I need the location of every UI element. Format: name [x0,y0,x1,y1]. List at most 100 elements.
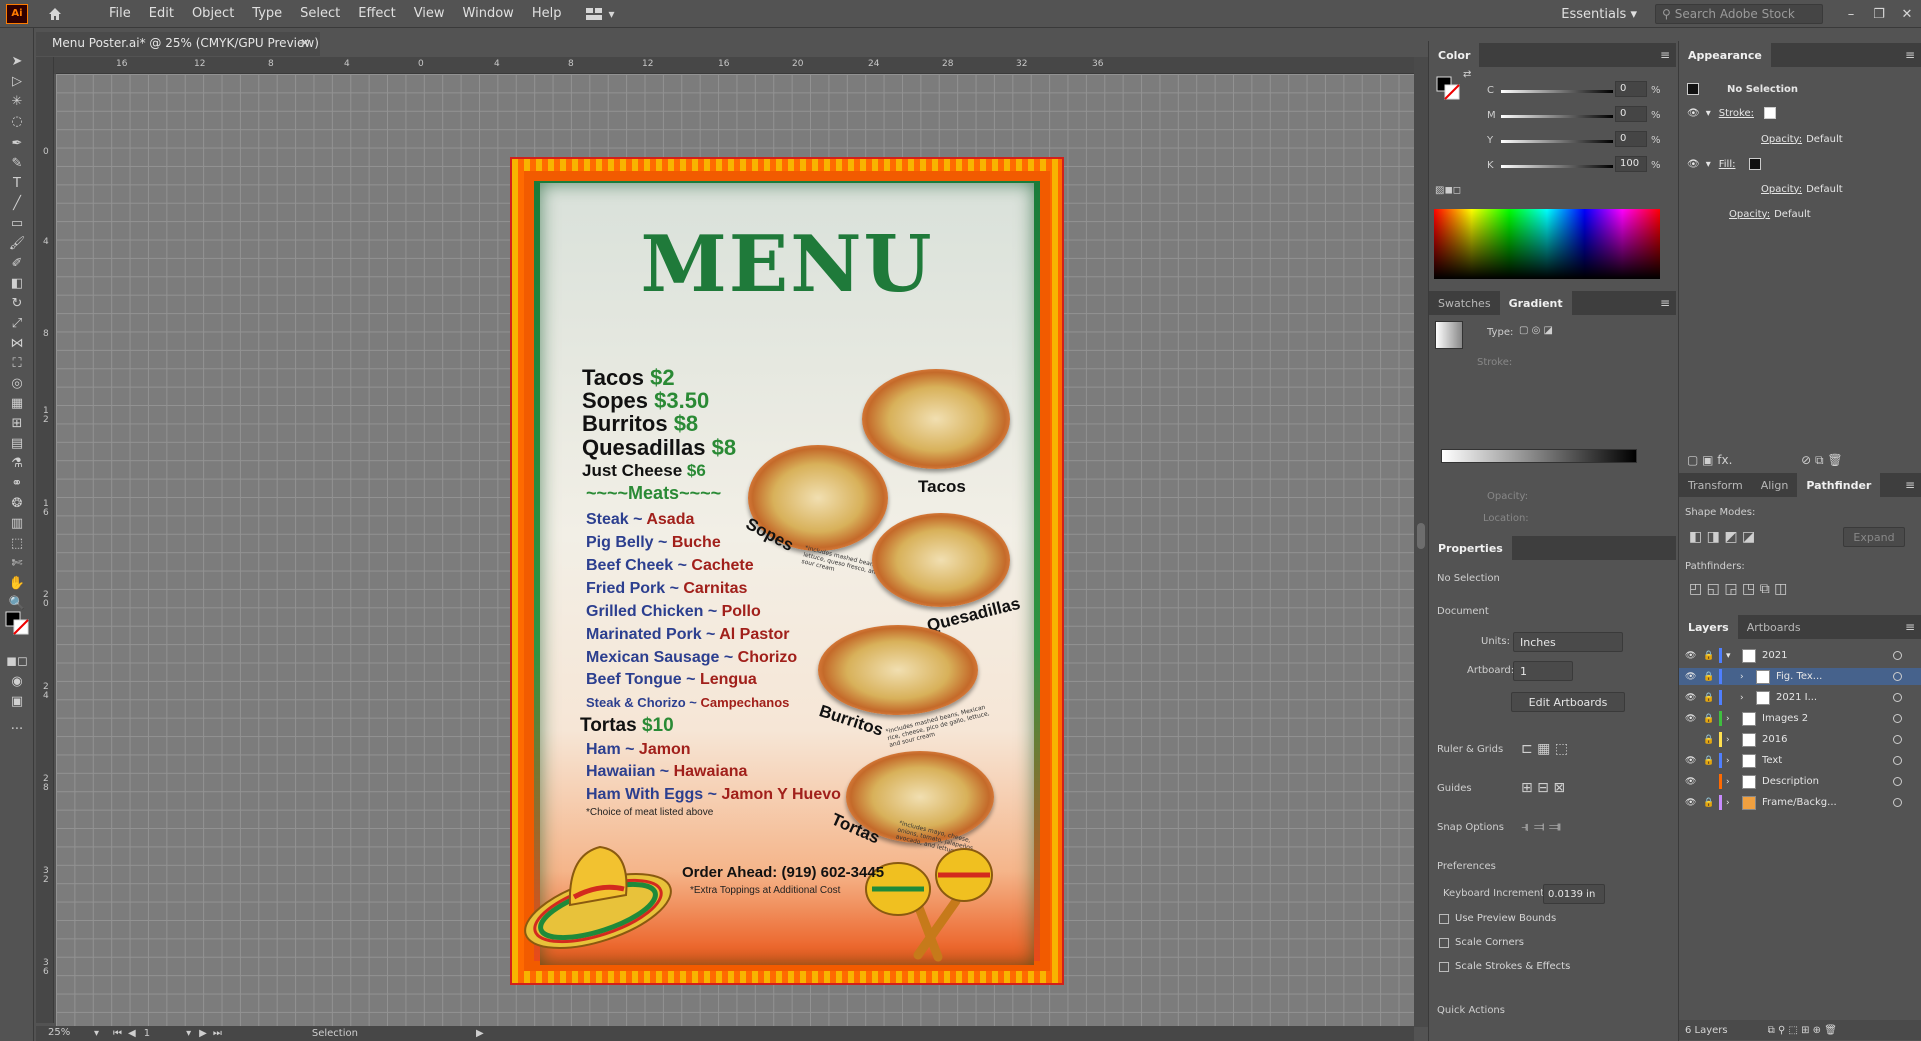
layers-footer-icons[interactable]: ⧉ ⚲ ⬚ ⊞ ⊕ 🗑 [1768,1025,1837,1036]
layer-target-icon[interactable] [1893,693,1902,702]
arrange-documents-button[interactable]: ▾ [586,7,614,21]
gradient-tool-icon[interactable]: ▤ [8,434,26,452]
slider-y[interactable] [1501,140,1613,143]
eye-icon[interactable]: 👁 [1685,714,1699,724]
layer-name[interactable]: 2016 [1762,734,1862,745]
close-window-button[interactable]: ✕ [1893,7,1921,22]
eyedropper-tool-icon[interactable]: ⚗ [8,454,26,472]
menu-effect[interactable]: Effect [349,6,404,21]
lasso-tool-icon[interactable]: ◌ [8,112,26,130]
layer-name[interactable]: 2021 [1762,650,1862,661]
curvature-tool-icon[interactable]: ✎ [8,154,26,172]
shape-builder-tool-icon[interactable]: ◎ [8,374,26,392]
chevron-right-icon[interactable]: › [1740,672,1752,682]
symbol-sprayer-tool-icon[interactable]: ❂ [8,494,26,512]
eye-icon[interactable]: 👁 [1685,693,1699,703]
tab-artboards[interactable]: Artboards [1738,615,1810,639]
slider-c[interactable] [1501,90,1613,93]
checkbox-box[interactable] [1439,937,1449,948]
rotate-tool-icon[interactable]: ↻ [8,294,26,312]
status-mode[interactable]: Selection [312,1028,358,1039]
menu-window[interactable]: Window [454,6,523,21]
free-transform-tool-icon[interactable]: ⛶ [8,354,26,372]
lock-icon[interactable]: 🔒 [1703,672,1717,682]
tab-gradient[interactable]: Gradient [1499,291,1572,315]
artboard-nav-last-icon[interactable]: ⏭ [213,1028,222,1039]
layer-target-icon[interactable] [1893,756,1902,765]
layer-row[interactable]: 👁 🔒 › Images 2 [1679,710,1921,727]
chevron-down-icon[interactable]: ▾ [94,1028,99,1039]
horizontal-ruler[interactable]: 16 12 8 4 0 4 8 12 16 20 24 28 32 36 [56,57,1416,74]
menu-edit[interactable]: Edit [140,6,183,21]
menu-view[interactable]: View [405,6,454,21]
draw-mode-icon[interactable]: ◉ [8,672,26,690]
layer-target-icon[interactable] [1893,651,1902,660]
layer-name[interactable]: Frame/Backg... [1762,797,1862,808]
panel-menu-icon[interactable]: ≡ [1905,620,1915,634]
lock-icon[interactable]: 🔒 [1703,735,1717,745]
swap-fill-stroke-icon[interactable]: ⇄ [1463,69,1471,80]
chevron-down-icon[interactable]: ▾ [186,1028,191,1039]
stroke-label[interactable]: Stroke: [1719,108,1754,119]
tab-pathfinder[interactable]: Pathfinder [1797,473,1881,497]
appearance-fill-row[interactable]: 👁 ▾ Fill: [1679,154,1921,174]
fill-swatch[interactable] [1749,158,1762,170]
slider-k[interactable] [1501,165,1613,168]
opacity-label[interactable]: Opacity: [1761,184,1802,195]
ruler-grid-icons[interactable]: ⊏ ▦ ⬚ [1521,741,1568,757]
rectangle-tool-icon[interactable]: ▭ [8,214,26,232]
artboard-nav-first-icon[interactable]: ⏮ [113,1028,122,1039]
layer-name[interactable]: Fig. Tex... [1776,671,1876,682]
value-k[interactable]: 100 [1615,156,1647,172]
stroke-swatch[interactable] [1763,107,1776,119]
chevron-right-icon[interactable]: › [1726,777,1738,787]
value-y[interactable]: 0 [1615,131,1647,147]
tab-transform[interactable]: Transform [1679,473,1752,497]
none-white-black-swatches-icon[interactable]: ▨◼◻ [1435,185,1461,196]
scale-corners-checkbox[interactable]: Scale Corners [1439,937,1524,948]
line-tool-icon[interactable]: ╱ [8,194,26,212]
panel-menu-icon[interactable]: ≡ [1660,48,1670,62]
gradient-slider[interactable] [1441,449,1637,463]
tab-appearance[interactable]: Appearance [1679,43,1771,67]
stock-search-field[interactable]: ⚲ Search Adobe Stock [1655,4,1823,24]
artboard-dropdown[interactable]: 1 [1513,661,1573,681]
tab-align[interactable]: Align [1752,473,1798,497]
menu-file[interactable]: File [100,6,140,21]
tab-layers[interactable]: Layers [1679,615,1738,639]
home-icon[interactable] [44,4,66,24]
lock-icon[interactable]: 🔒 [1703,798,1717,808]
expand-button[interactable]: Expand [1843,527,1905,547]
hand-tool-icon[interactable]: ✋ [8,574,26,592]
layer-row[interactable]: 👁 🔒 › Fig. Tex... [1679,668,1921,685]
lock-icon[interactable]: 🔒 [1703,693,1717,703]
menu-type[interactable]: Type [243,6,291,21]
lock-icon[interactable]: 🔒 [1703,714,1717,724]
pathfinder-icons[interactable]: ◰ ◱ ◲ ◳ ⧉ ◫ [1689,581,1787,597]
zoom-level-field[interactable]: 25% [36,1027,94,1040]
layer-target-icon[interactable] [1893,672,1902,681]
gradient-type-icons[interactable]: ▢ ◎ ◪ [1519,325,1553,336]
eye-icon[interactable]: 👁 [1685,672,1699,682]
panel-menu-icon[interactable]: ≡ [1905,48,1915,62]
chevron-right-icon[interactable]: › [1726,735,1738,745]
selection-tool-icon[interactable]: ➤ [8,52,26,70]
layer-name[interactable]: Images 2 [1762,713,1862,724]
eye-icon[interactable]: 👁 [1685,798,1699,808]
eye-icon[interactable]: 👁 [1685,651,1699,661]
menu-select[interactable]: Select [291,6,349,21]
stroke-opacity-row[interactable]: Opacity: Default [1679,129,1921,149]
menu-object[interactable]: Object [183,6,243,21]
layer-target-icon[interactable] [1893,714,1902,723]
shape-mode-icons[interactable]: ◧ ◨ ◩ ◪ [1689,529,1755,545]
panel-menu-icon[interactable]: ≡ [1905,478,1915,492]
layer-target-icon[interactable] [1893,735,1902,744]
eye-icon[interactable]: 👁 [1687,108,1700,119]
layer-target-icon[interactable] [1893,777,1902,786]
more-tools-icon[interactable]: ··· [8,720,26,738]
blend-tool-icon[interactable]: ⚭ [8,474,26,492]
layer-row[interactable]: 👁 🔒 › 2021 I... [1679,689,1921,706]
layer-row[interactable]: 👁 🔒 ▾ 2021 [1679,647,1921,664]
minimize-button[interactable]: – [1837,7,1865,22]
fill-stroke-swatch-icon[interactable] [4,611,30,635]
